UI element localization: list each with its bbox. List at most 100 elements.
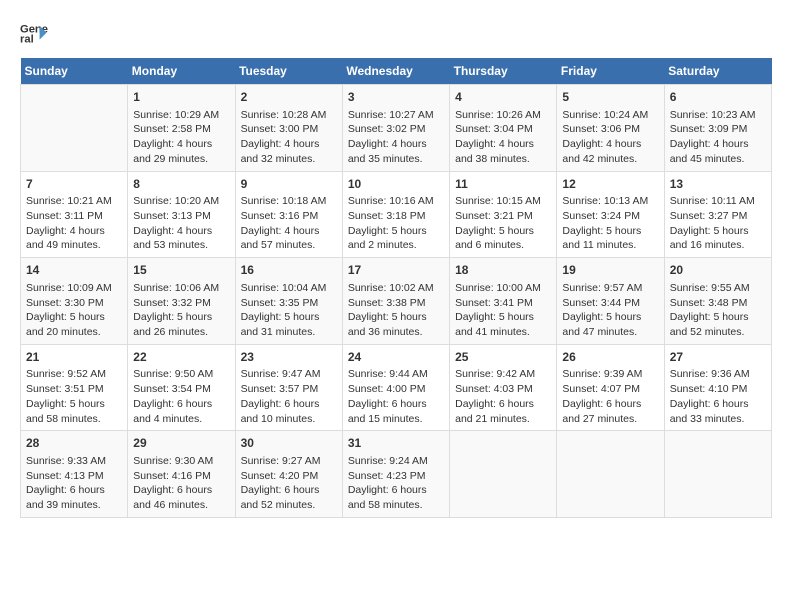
calendar-week-1: 1 Sunrise: 10:29 AM Sunset: 2:58 PM Dayli… [21, 85, 772, 172]
calendar-cell: 4 Sunrise: 10:26 AM Sunset: 3:04 PM Dayli… [450, 85, 557, 172]
calendar-week-4: 21Sunrise: 9:52 AM Sunset: 3:51 PM Dayli… [21, 344, 772, 431]
calendar-cell: 29 Sunrise: 9:30 AM Sunset: 4:16 PM Dayli… [128, 431, 235, 518]
day-info: Sunrise: 10:09 AM Sunset: 3:30 PM Daylig… [26, 281, 122, 340]
calendar-cell [21, 85, 128, 172]
day-info: Sunrise: 10:02 AM Sunset: 3:38 PM Daylig… [348, 281, 444, 340]
calendar-cell: 20 Sunrise: 9:55 AM Sunset: 3:48 PM Dayli… [664, 258, 771, 345]
calendar-cell: 17 Sunrise: 10:02 AM Sunset: 3:38 PM Dayl… [342, 258, 449, 345]
svg-text:ral: ral [20, 33, 34, 45]
calendar-cell: 23Sunrise: 9:47 AM Sunset: 3:57 PM Dayli… [235, 344, 342, 431]
day-info: Sunrise: 9:27 AM Sunset: 4:20 PM Dayligh… [241, 454, 337, 513]
day-number: 10 [348, 176, 444, 193]
day-header-monday: Monday [128, 58, 235, 85]
day-info: Sunrise: 10:11 AM Sunset: 3:27 PM Daylig… [670, 194, 766, 253]
day-info: Sunrise: 10:28 AM Sunset: 3:00 PM Daylig… [241, 108, 337, 167]
calendar-cell: 13Sunrise: 10:11 AM Sunset: 3:27 PM Dayl… [664, 171, 771, 258]
day-info: Sunrise: 10:06 AM Sunset: 3:32 PM Daylig… [133, 281, 229, 340]
day-header-friday: Friday [557, 58, 664, 85]
day-number: 26 [562, 349, 658, 366]
day-info: Sunrise: 9:57 AM Sunset: 3:44 PM Dayligh… [562, 281, 658, 340]
calendar-cell: 19 Sunrise: 9:57 AM Sunset: 3:44 PM Dayli… [557, 258, 664, 345]
day-info: Sunrise: 10:21 AM Sunset: 3:11 PM Daylig… [26, 194, 122, 253]
calendar-cell: 16 Sunrise: 10:04 AM Sunset: 3:35 PM Dayl… [235, 258, 342, 345]
day-number: 31 [348, 435, 444, 452]
day-number: 13 [670, 176, 766, 193]
day-number: 23 [241, 349, 337, 366]
day-info: Sunrise: 9:39 AM Sunset: 4:07 PM Dayligh… [562, 367, 658, 426]
calendar-cell: 7Sunrise: 10:21 AM Sunset: 3:11 PM Dayli… [21, 171, 128, 258]
day-number: 2 [241, 89, 337, 106]
day-info: Sunrise: 9:30 AM Sunset: 4:16 PM Dayligh… [133, 454, 229, 513]
day-info: Sunrise: 9:44 AM Sunset: 4:00 PM Dayligh… [348, 367, 444, 426]
calendar-cell: 1 Sunrise: 10:29 AM Sunset: 2:58 PM Dayli… [128, 85, 235, 172]
day-number: 20 [670, 262, 766, 279]
day-info: Sunrise: 10:00 AM Sunset: 3:41 PM Daylig… [455, 281, 551, 340]
calendar-week-5: 28 Sunrise: 9:33 AM Sunset: 4:13 PM Dayli… [21, 431, 772, 518]
day-number: 6 [670, 89, 766, 106]
calendar-week-3: 14 Sunrise: 10:09 AM Sunset: 3:30 PM Dayl… [21, 258, 772, 345]
calendar-cell: 2 Sunrise: 10:28 AM Sunset: 3:00 PM Dayli… [235, 85, 342, 172]
day-number: 17 [348, 262, 444, 279]
day-number: 24 [348, 349, 444, 366]
day-number: 9 [241, 176, 337, 193]
day-header-wednesday: Wednesday [342, 58, 449, 85]
calendar-cell: 24Sunrise: 9:44 AM Sunset: 4:00 PM Dayli… [342, 344, 449, 431]
day-info: Sunrise: 10:29 AM Sunset: 2:58 PM Daylig… [133, 108, 229, 167]
logo-icon: Gene ral [20, 20, 48, 48]
day-number: 21 [26, 349, 122, 366]
day-number: 1 [133, 89, 229, 106]
day-info: Sunrise: 9:42 AM Sunset: 4:03 PM Dayligh… [455, 367, 551, 426]
day-header-sunday: Sunday [21, 58, 128, 85]
day-number: 3 [348, 89, 444, 106]
day-number: 19 [562, 262, 658, 279]
calendar-cell: 18 Sunrise: 10:00 AM Sunset: 3:41 PM Dayl… [450, 258, 557, 345]
day-info: Sunrise: 9:33 AM Sunset: 4:13 PM Dayligh… [26, 454, 122, 513]
calendar-cell: 14 Sunrise: 10:09 AM Sunset: 3:30 PM Dayl… [21, 258, 128, 345]
day-info: Sunrise: 9:52 AM Sunset: 3:51 PM Dayligh… [26, 367, 122, 426]
calendar-cell [450, 431, 557, 518]
calendar-cell: 15 Sunrise: 10:06 AM Sunset: 3:32 PM Dayl… [128, 258, 235, 345]
day-info: Sunrise: 10:26 AM Sunset: 3:04 PM Daylig… [455, 108, 551, 167]
calendar-cell: 10Sunrise: 10:16 AM Sunset: 3:18 PM Dayl… [342, 171, 449, 258]
day-info: Sunrise: 10:18 AM Sunset: 3:16 PM Daylig… [241, 194, 337, 253]
calendar-cell: 9Sunrise: 10:18 AM Sunset: 3:16 PM Dayli… [235, 171, 342, 258]
calendar-cell: 31 Sunrise: 9:24 AM Sunset: 4:23 PM Dayli… [342, 431, 449, 518]
calendar-cell: 3Sunrise: 10:27 AM Sunset: 3:02 PM Dayli… [342, 85, 449, 172]
day-info: Sunrise: 9:24 AM Sunset: 4:23 PM Dayligh… [348, 454, 444, 513]
calendar-cell: 26Sunrise: 9:39 AM Sunset: 4:07 PM Dayli… [557, 344, 664, 431]
day-info: Sunrise: 10:20 AM Sunset: 3:13 PM Daylig… [133, 194, 229, 253]
day-number: 29 [133, 435, 229, 452]
calendar-cell: 6 Sunrise: 10:23 AM Sunset: 3:09 PM Dayli… [664, 85, 771, 172]
logo: Gene ral [20, 20, 52, 48]
day-header-thursday: Thursday [450, 58, 557, 85]
calendar-cell [664, 431, 771, 518]
day-number: 30 [241, 435, 337, 452]
day-number: 22 [133, 349, 229, 366]
day-number: 18 [455, 262, 551, 279]
calendar-cell: 11Sunrise: 10:15 AM Sunset: 3:21 PM Dayl… [450, 171, 557, 258]
calendar-cell: 27Sunrise: 9:36 AM Sunset: 4:10 PM Dayli… [664, 344, 771, 431]
calendar-week-2: 7Sunrise: 10:21 AM Sunset: 3:11 PM Dayli… [21, 171, 772, 258]
day-header-tuesday: Tuesday [235, 58, 342, 85]
day-info: Sunrise: 10:13 AM Sunset: 3:24 PM Daylig… [562, 194, 658, 253]
calendar-cell: 25Sunrise: 9:42 AM Sunset: 4:03 PM Dayli… [450, 344, 557, 431]
day-number: 28 [26, 435, 122, 452]
calendar-cell: 22Sunrise: 9:50 AM Sunset: 3:54 PM Dayli… [128, 344, 235, 431]
day-number: 27 [670, 349, 766, 366]
day-number: 14 [26, 262, 122, 279]
day-number: 15 [133, 262, 229, 279]
day-info: Sunrise: 9:36 AM Sunset: 4:10 PM Dayligh… [670, 367, 766, 426]
calendar-cell: 30 Sunrise: 9:27 AM Sunset: 4:20 PM Dayli… [235, 431, 342, 518]
day-number: 4 [455, 89, 551, 106]
day-info: Sunrise: 10:16 AM Sunset: 3:18 PM Daylig… [348, 194, 444, 253]
day-info: Sunrise: 9:50 AM Sunset: 3:54 PM Dayligh… [133, 367, 229, 426]
calendar-table: SundayMondayTuesdayWednesdayThursdayFrid… [20, 58, 772, 518]
calendar-cell: 21Sunrise: 9:52 AM Sunset: 3:51 PM Dayli… [21, 344, 128, 431]
day-number: 11 [455, 176, 551, 193]
day-number: 16 [241, 262, 337, 279]
day-info: Sunrise: 9:55 AM Sunset: 3:48 PM Dayligh… [670, 281, 766, 340]
day-info: Sunrise: 10:15 AM Sunset: 3:21 PM Daylig… [455, 194, 551, 253]
day-info: Sunrise: 10:04 AM Sunset: 3:35 PM Daylig… [241, 281, 337, 340]
calendar-cell: 8Sunrise: 10:20 AM Sunset: 3:13 PM Dayli… [128, 171, 235, 258]
day-info: Sunrise: 10:23 AM Sunset: 3:09 PM Daylig… [670, 108, 766, 167]
